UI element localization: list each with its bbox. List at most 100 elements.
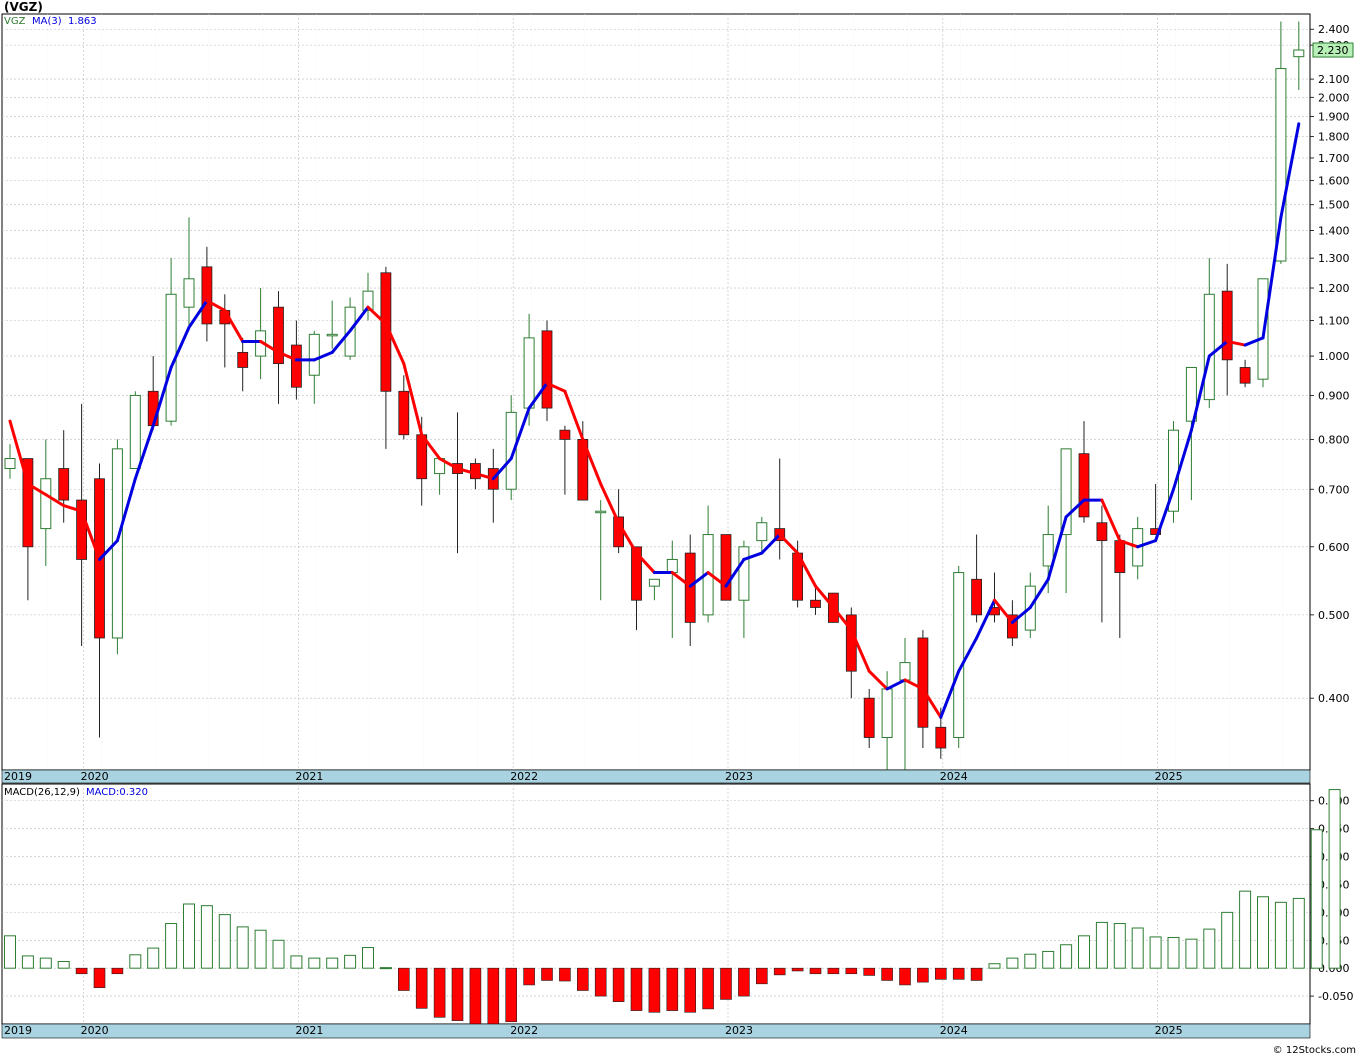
macd-bar-positive [290, 955, 303, 969]
candle-body-down [935, 726, 947, 749]
macd-bar-negative [469, 967, 482, 1026]
candle-body-up [953, 572, 965, 739]
macd-bar-positive [1310, 829, 1323, 969]
macd-bar-negative [397, 967, 410, 991]
price-y-tick-label: 1.500 [1318, 199, 1350, 212]
candle-body-down [810, 599, 821, 608]
macd-bar-negative [93, 967, 106, 989]
candle-body-down [917, 637, 929, 728]
macd-bar-positive [308, 957, 321, 969]
macd-bar-negative [541, 967, 553, 981]
candle-body-down [58, 468, 70, 501]
price-y-tick-label: 0.800 [1318, 433, 1350, 446]
macd-bar-negative [523, 967, 535, 986]
macd-y-tick-label: -0.050 [1318, 990, 1353, 1003]
candle-body-up [4, 458, 16, 470]
price-y-tick-label: 1.300 [1318, 252, 1350, 265]
macd-bar-negative [415, 967, 428, 1009]
candle-body-up [1293, 49, 1305, 58]
macd-bar-negative [487, 967, 500, 1027]
macd-bar-positive [39, 957, 52, 969]
macd-bar-negative [684, 967, 697, 1013]
candle-body-down [1078, 453, 1090, 518]
macd-bar-negative [666, 967, 679, 1011]
macd-bar-positive [254, 929, 267, 969]
last-price-label: 2.230 [1317, 44, 1349, 57]
legend-ma-value: 1.863 [68, 16, 97, 27]
time-axis-label: 2019 [4, 770, 32, 783]
macd-bar-negative [773, 967, 786, 976]
macd-bar-positive [129, 954, 142, 969]
macd-bar-positive [57, 960, 70, 969]
macd-bar-positive [4, 935, 16, 969]
price-y-tick-label: 1.800 [1318, 131, 1350, 144]
macd-bar-positive [272, 939, 285, 969]
macd-bar-positive [1131, 927, 1144, 969]
candle-body-up [326, 333, 338, 337]
macd-bar-positive [165, 923, 178, 969]
macd-bar-negative [75, 967, 88, 975]
candle-body-down [1096, 522, 1108, 542]
candle-body-up [881, 688, 893, 739]
price-y-tick-label: 2.000 [1318, 91, 1350, 104]
candle-body-up [595, 510, 607, 514]
credit-text: © 12Stocks.com [1272, 1045, 1356, 1056]
macd-bar-negative [791, 967, 804, 972]
price-y-tick-label: 1.900 [1318, 110, 1350, 123]
macd-bar-positive [183, 903, 195, 969]
candle-body-down [971, 578, 982, 616]
price-y-tick-label: 2.400 [1318, 23, 1350, 36]
time-axis-band-top [1, 769, 1311, 784]
macd-bar-negative [505, 967, 518, 1023]
candle-body-down [1114, 540, 1126, 573]
time-axis-label: 2022 [510, 1024, 538, 1037]
macd-bar-negative [952, 967, 965, 980]
time-axis-label: 2025 [1155, 1024, 1183, 1037]
macd-bar-positive [1185, 938, 1198, 969]
macd-bar-positive [379, 967, 392, 970]
macd-bar-positive [200, 905, 213, 969]
time-axis-label: 2020 [81, 770, 109, 783]
macd-bar-negative [702, 967, 714, 1010]
candle-body-up [129, 394, 141, 470]
macd-bar-negative [827, 967, 840, 975]
macd-bar-negative [970, 967, 983, 981]
macd-bar-positive [1095, 921, 1108, 969]
candle-body-up [183, 278, 195, 308]
candle-body-up [738, 546, 750, 601]
macd-bar-negative [934, 967, 947, 980]
macd-bar-positive [218, 914, 231, 969]
macd-bar-negative [559, 967, 571, 982]
candle-body-up [40, 478, 52, 530]
macd-bar-positive [1149, 936, 1162, 969]
time-axis-label: 2023 [725, 770, 753, 783]
candle-body-up [899, 662, 911, 681]
macd-bar-positive [1274, 901, 1287, 969]
price-y-tick-label: 0.400 [1318, 692, 1350, 705]
candle-body-down [290, 344, 302, 388]
price-panel-frame [1, 13, 1311, 771]
macd-bar-positive [1024, 953, 1037, 969]
macd-bar-positive [1292, 897, 1305, 969]
macd-bar-positive [1006, 957, 1019, 969]
candle-body-down [398, 390, 410, 436]
candle-body-down [201, 266, 213, 325]
macd-bar-positive [1042, 950, 1055, 969]
chart-canvas[interactable]: 2.4002.3002.1002.0001.9001.8001.7001.600… [0, 0, 1360, 1056]
macd-bar-positive [1221, 911, 1234, 969]
macd-bar-negative [899, 967, 911, 986]
candle-body-up [648, 578, 660, 587]
macd-bar-negative [111, 967, 124, 975]
macd-bar-negative [863, 967, 876, 976]
legend-symbol: VGZ [4, 16, 26, 27]
macd-bar-negative [576, 967, 589, 991]
price-y-tick-label: 1.700 [1318, 152, 1350, 165]
macd-bar-negative [720, 967, 732, 1000]
macd-bar-positive [1328, 789, 1341, 969]
macd-bar-positive [147, 947, 160, 969]
macd-bar-positive [326, 957, 339, 969]
macd-bar-positive [21, 955, 34, 969]
price-y-tick-label: 0.500 [1318, 609, 1350, 622]
candle-body-down [720, 534, 732, 601]
time-axis-band-bottom [1, 1023, 1311, 1039]
